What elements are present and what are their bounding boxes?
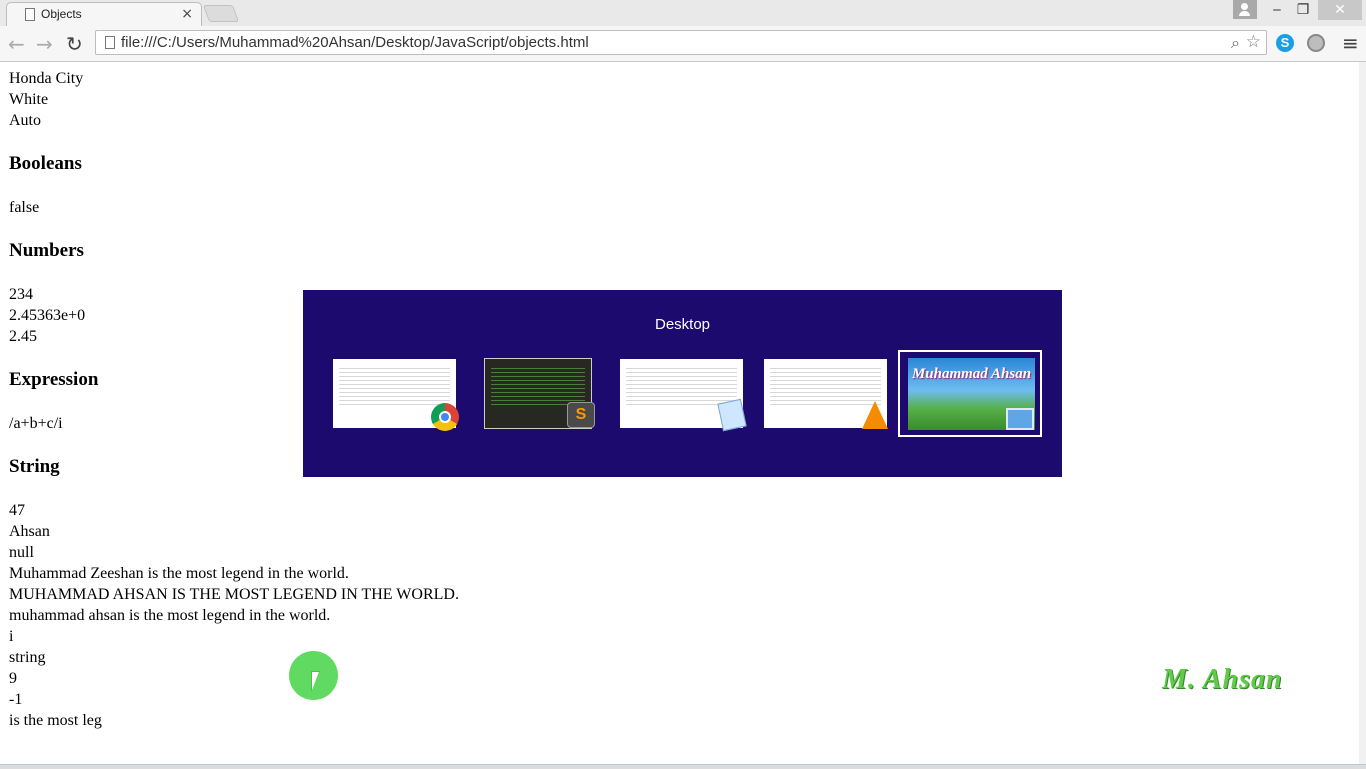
thumbnail-preview (626, 365, 737, 405)
thumbnail-preview (339, 365, 450, 405)
restore-button[interactable]: ❐ (1290, 0, 1316, 20)
browser-toolbar: ← → ↻ file:///C:/Users/Muhammad%20Ahsan/… (0, 26, 1366, 62)
notepad-window-thumbnail[interactable] (620, 359, 747, 432)
chrome-icon (431, 403, 459, 431)
chrome-window-thumbnail[interactable] (333, 359, 459, 431)
sublime-window-thumbnail[interactable]: S (484, 358, 595, 429)
output-line: false (9, 199, 40, 216)
tab-close-icon[interactable]: × (181, 6, 193, 22)
browser-tab[interactable]: Objects × (6, 2, 202, 26)
desktop-icon (1006, 408, 1034, 430)
new-tab-button[interactable] (202, 5, 240, 22)
output-line: Honda City (9, 70, 84, 87)
output-line: muhammad ahsan is the most legend in the… (9, 607, 331, 624)
thumbnail-preview (491, 365, 585, 405)
close-window-button[interactable]: ✕ (1318, 0, 1362, 20)
skype-extension-icon[interactable]: S (1276, 34, 1294, 52)
desktop-thumbnail-selected[interactable]: Muhammad Ahsan (898, 350, 1042, 437)
wallpaper-text: Muhammad Ahsan (911, 366, 1032, 382)
vertical-scrollbar[interactable] (1359, 62, 1366, 768)
output-line: White (9, 91, 49, 108)
notepad-icon (717, 398, 747, 432)
output-line: Auto (9, 112, 41, 129)
output-line: null (9, 544, 34, 561)
output-line: string (9, 649, 46, 666)
output-line: Ahsan (9, 523, 50, 540)
switcher-label: Desktop (654, 316, 711, 333)
bookmark-star-icon[interactable]: ☆ (1246, 32, 1261, 52)
zoom-icon[interactable]: ⌕ (1231, 33, 1240, 53)
mouse-pointer-icon (311, 671, 320, 692)
window-switcher: Desktop S Muhammad Ahsan (303, 290, 1062, 477)
output-line: -1 (9, 691, 23, 708)
output-line: is the most leg (9, 712, 102, 729)
booleans-heading: Booleans (9, 153, 82, 174)
vlc-window-thumbnail[interactable] (764, 359, 888, 429)
vlc-icon (862, 401, 888, 429)
numbers-heading: Numbers (9, 240, 84, 261)
output-line: MUHAMMAD AHSAN IS THE MOST LEGEND IN THE… (9, 586, 459, 603)
forward-icon[interactable]: → (36, 32, 53, 56)
minimize-button[interactable]: ‒ (1264, 0, 1290, 20)
page-icon (105, 36, 115, 49)
url-text[interactable]: file:///C:/Users/Muhammad%20Ahsan/Deskto… (121, 34, 589, 51)
car-list: Honda City White Auto (9, 68, 909, 131)
menu-icon[interactable]: ≡ (1342, 31, 1359, 55)
output-line: 9 (9, 670, 17, 687)
address-bar[interactable]: file:///C:/Users/Muhammad%20Ahsan/Deskto… (95, 30, 1267, 55)
tab-strip: Objects × ‒ ❐ ✕ (0, 0, 1366, 26)
extension-icon[interactable] (1307, 34, 1325, 52)
page-icon (25, 8, 35, 21)
back-icon[interactable]: ← (8, 32, 25, 56)
taskbar-edge (0, 764, 1366, 769)
output-line: Muhammad Zeeshan is the most legend in t… (9, 565, 349, 582)
output-line: 47 (9, 502, 25, 519)
sublime-icon: S (567, 402, 595, 428)
tab-title: Objects (41, 7, 82, 21)
user-icon[interactable] (1233, 0, 1257, 19)
output-line: i (9, 628, 14, 645)
thumbnail-preview (770, 365, 881, 405)
reload-icon[interactable]: ↻ (66, 32, 83, 56)
watermark: M. Ahsan (1162, 664, 1283, 695)
